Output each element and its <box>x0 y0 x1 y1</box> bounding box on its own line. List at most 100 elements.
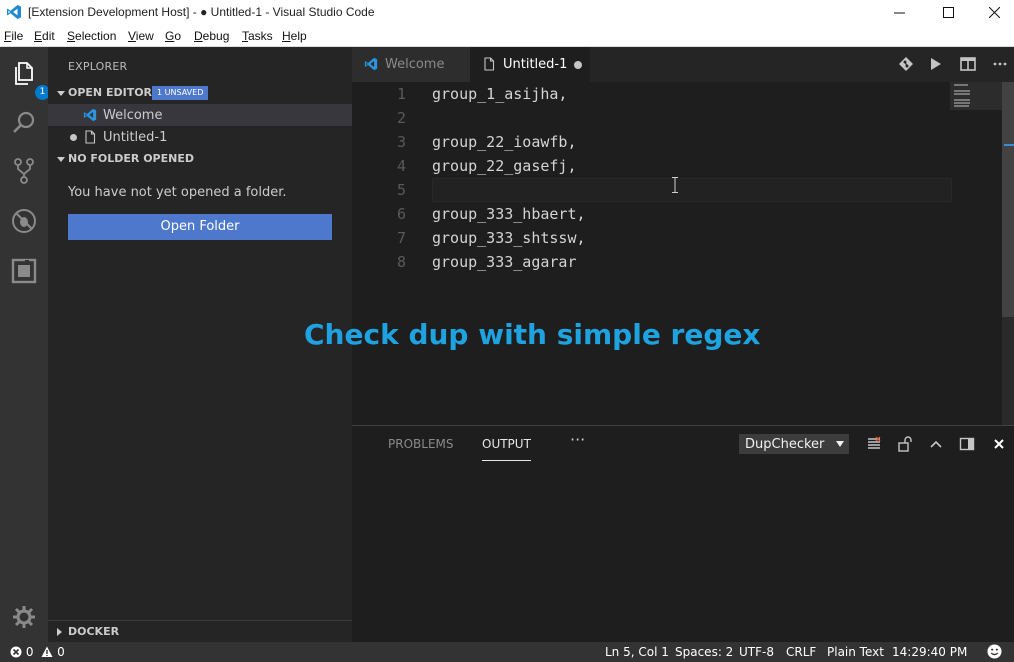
chevron-up-icon <box>930 440 942 448</box>
search-icon <box>13 111 35 133</box>
tab-untitled[interactable]: Untitled-1 <box>470 47 590 82</box>
tab-problems[interactable]: PROBLEMS <box>388 437 454 451</box>
cursor-position[interactable]: Ln 5, Col 1 <box>605 645 669 659</box>
activity-bar: 1 <box>0 47 50 642</box>
tab-label: Untitled-1 <box>503 57 568 72</box>
menu-debug-rest: ebug <box>202 29 230 43</box>
editor-scrollbar[interactable] <box>1002 82 1014 425</box>
menu-view[interactable]: View <box>128 29 154 43</box>
manage-activity[interactable] <box>10 603 38 631</box>
menu-edit[interactable]: Edit <box>34 29 55 43</box>
line-text[interactable]: group_333_agarar <box>432 253 577 271</box>
play-icon <box>931 58 941 70</box>
open-editor-untitled[interactable]: Untitled-1 <box>48 126 352 148</box>
vscode-logo-icon <box>7 5 21 19</box>
close-window-button[interactable] <box>971 0 1014 25</box>
search-activity[interactable] <box>10 109 38 137</box>
encoding[interactable]: UTF-8 <box>739 645 774 659</box>
unsaved-dot-icon[interactable] <box>574 61 582 69</box>
text-editor[interactable]: 1 group_1_asijha, 2 3 group_22_ioawfb, 4… <box>304 82 1014 425</box>
editor-line[interactable]: 1 group_1_asijha, <box>352 82 952 106</box>
close-icon <box>994 439 1004 449</box>
clear-output-button[interactable] <box>866 436 882 452</box>
output-channel-select[interactable]: DupChecker <box>739 434 849 454</box>
unsaved-dot-icon <box>70 134 77 141</box>
toggle-panel-position-button[interactable] <box>959 436 975 452</box>
scrollbar-thumb[interactable] <box>1002 82 1014 317</box>
open-editors-label: OPEN EDITORS <box>68 86 160 99</box>
line-number: 6 <box>396 205 406 223</box>
chevron-right-icon <box>57 628 62 636</box>
run-button[interactable] <box>928 56 944 72</box>
maximize-button[interactable] <box>925 0 971 25</box>
minimap-line <box>954 102 970 104</box>
problems-status[interactable]: 0 0 <box>10 645 65 659</box>
language-mode[interactable]: Plain Text <box>827 645 884 659</box>
line-text[interactable]: group_22_gasefj, <box>432 157 577 175</box>
menu-go[interactable]: Go <box>165 29 181 43</box>
menu-selection[interactable]: Selection <box>67 29 116 43</box>
tab-output[interactable]: OUTPUT <box>482 437 531 461</box>
menu-help[interactable]: Help <box>282 29 307 43</box>
editor-line[interactable]: 4 group_22_gasefj, <box>352 154 952 178</box>
menu-view-rest: iew <box>135 29 154 43</box>
split-editor-button[interactable] <box>960 56 976 72</box>
docker-header[interactable]: DOCKER <box>48 620 352 642</box>
feedback-button[interactable] <box>987 644 1002 662</box>
line-text[interactable]: group_333_hbaert, <box>432 205 586 223</box>
docker-label: DOCKER <box>68 625 120 638</box>
editor-line[interactable]: 8 group_333_agarar <box>352 250 952 274</box>
bug-icon <box>12 209 36 233</box>
unsaved-badge: 1 UNSAVED <box>152 86 209 100</box>
minimize-button[interactable] <box>876 0 922 25</box>
minimap[interactable] <box>950 82 1002 110</box>
source-control-activity[interactable] <box>10 157 38 185</box>
menu-tasks[interactable]: Tasks <box>242 29 273 43</box>
lock-scroll-button[interactable] <box>897 436 913 452</box>
menu-file[interactable]: File <box>4 29 23 43</box>
menu-mnemonic: G <box>165 29 175 43</box>
maximize-panel-button[interactable] <box>928 436 944 452</box>
indentation[interactable]: Spaces: 2 <box>675 645 733 659</box>
extensions-activity[interactable] <box>10 257 38 285</box>
extensions-icon <box>11 258 37 284</box>
line-number: 8 <box>396 253 406 271</box>
editor-line[interactable]: 6 group_333_hbaert, <box>352 202 952 226</box>
bottom-panel: PROBLEMS OUTPUT ··· DupChecker <box>352 425 1014 642</box>
menu-debug[interactable]: Debug <box>194 29 229 43</box>
warning-count: 0 <box>57 645 65 659</box>
panel-layout-icon <box>959 437 975 451</box>
editor-line[interactable]: 2 <box>352 106 952 130</box>
menu-mnemonic: E <box>34 29 43 43</box>
minimap-line <box>954 99 970 101</box>
editor-line[interactable]: 3 group_22_ioawfb, <box>352 130 952 154</box>
open-folder-button[interactable]: Open Folder <box>68 214 332 240</box>
open-editor-welcome[interactable]: Welcome <box>48 104 352 126</box>
editor-line[interactable]: 7 group_333_shtssw, <box>352 226 952 250</box>
open-changes-button[interactable] <box>898 56 914 72</box>
no-folder-message: You have not yet opened a folder. <box>68 185 287 200</box>
line-text[interactable]: group_1_asijha, <box>432 85 567 103</box>
close-panel-button[interactable] <box>991 436 1007 452</box>
editor-line[interactable]: 5 <box>352 178 952 202</box>
more-actions-button[interactable] <box>992 56 1008 72</box>
line-ending[interactable]: CRLF <box>786 645 816 659</box>
minimize-icon <box>893 12 905 14</box>
explorer-activity[interactable]: 1 <box>10 59 50 100</box>
source-control-icon <box>14 158 34 184</box>
warning-icon <box>41 646 53 657</box>
menu-mnemonic: D <box>194 29 203 43</box>
menu-selection-rest: election <box>75 29 117 43</box>
open-editor-name: Untitled-1 <box>103 130 168 145</box>
debug-activity[interactable] <box>10 207 38 235</box>
no-folder-header[interactable]: NO FOLDER OPENED <box>48 148 352 170</box>
tab-welcome[interactable]: Welcome <box>352 47 470 82</box>
line-text[interactable]: group_333_shtssw, <box>432 229 586 247</box>
title-bar: [Extension Development Host] - ● Untitle… <box>0 0 1014 25</box>
line-text[interactable]: group_22_ioawfb, <box>432 133 577 151</box>
open-editors-header[interactable]: OPEN EDITORS 1 UNSAVED <box>48 82 352 104</box>
line-number: 1 <box>396 85 406 103</box>
close-icon <box>988 7 1000 18</box>
no-folder-label: NO FOLDER OPENED <box>68 152 194 165</box>
panel-more-button[interactable]: ··· <box>570 430 585 449</box>
